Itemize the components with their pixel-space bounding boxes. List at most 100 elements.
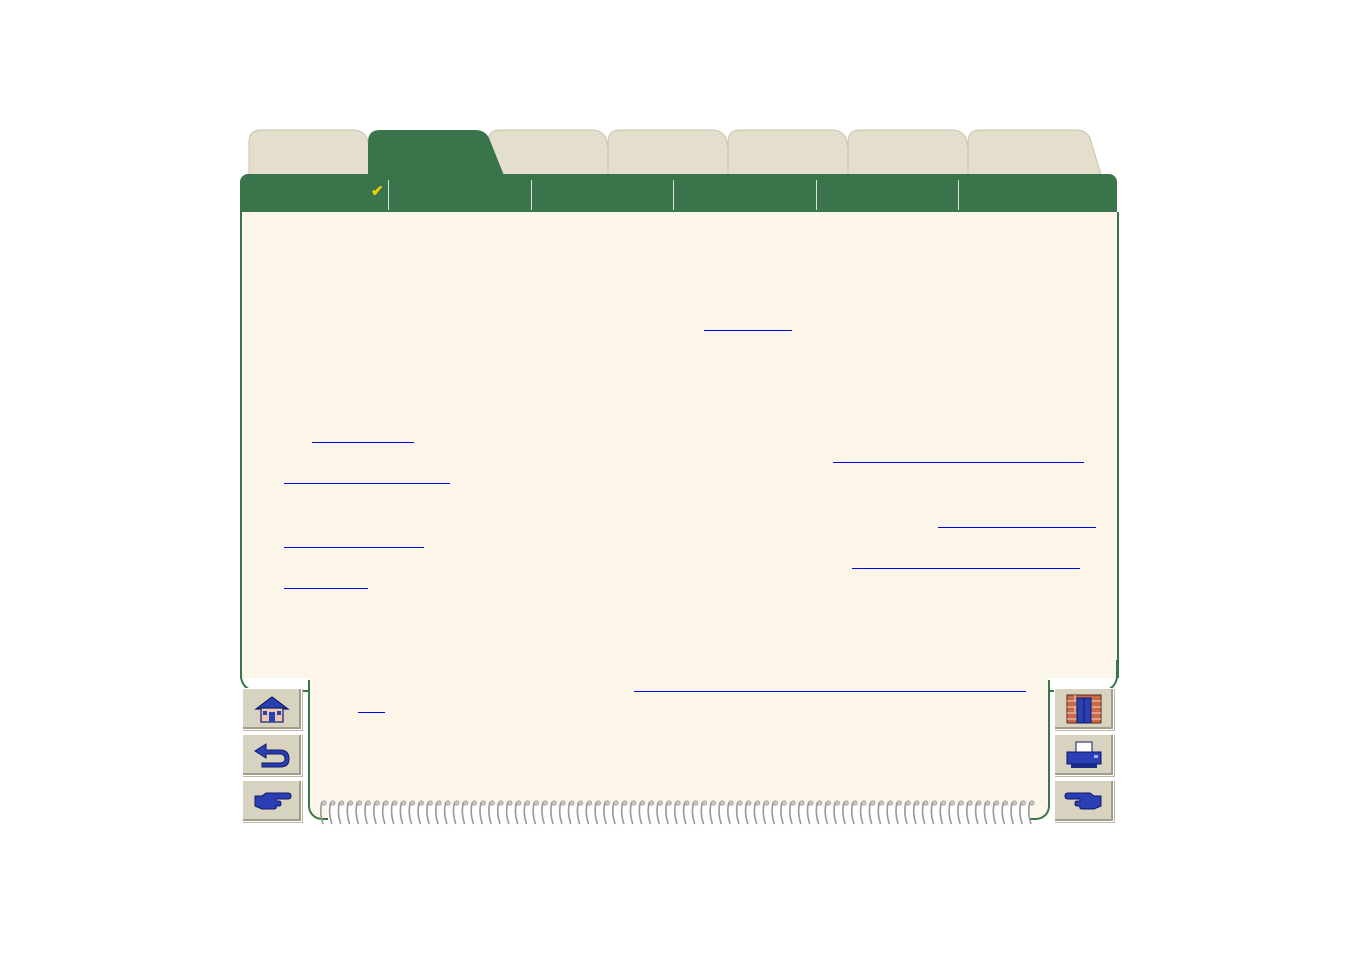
spiral-hole (604, 800, 610, 806)
spiral-coil (709, 801, 714, 825)
spiral-hole (436, 800, 442, 806)
spiral-hole (879, 800, 885, 806)
spiral-coil (381, 801, 386, 825)
exit-button[interactable] (1054, 688, 1114, 730)
spiral-coil (576, 801, 581, 825)
spiral-hole (781, 800, 787, 806)
spiral-hole (427, 800, 433, 806)
spiral-hole (383, 800, 389, 806)
spiral-hole (684, 800, 690, 806)
back-button[interactable] (242, 734, 302, 776)
spiral-coil (1001, 801, 1006, 825)
section-divider (673, 180, 674, 210)
spiral-coil (718, 801, 723, 825)
previous-page-button[interactable] (1054, 780, 1114, 822)
spiral-hole (675, 800, 681, 806)
spiral-hole (631, 800, 637, 806)
spiral-hole (861, 800, 867, 806)
spiral-coil (983, 801, 988, 825)
spiral-coil (868, 801, 873, 825)
spiral-hole (834, 800, 840, 806)
spiral-coil (585, 801, 590, 825)
spiral-hole (560, 800, 566, 806)
spiral-coil (373, 801, 377, 825)
spiral-coil (912, 801, 917, 825)
spiral-coil (974, 801, 979, 825)
spiral-coil (780, 801, 784, 825)
next-page-button[interactable] (242, 780, 302, 822)
spiral-hole (330, 800, 336, 806)
printer-icon (1066, 741, 1102, 768)
link[interactable] (284, 574, 368, 589)
spiral-hole (666, 800, 672, 806)
spiral-coil (762, 801, 767, 825)
spiral-coil (797, 801, 802, 825)
spiral-coil (328, 801, 333, 825)
spiral-coil (904, 801, 908, 825)
link[interactable] (833, 448, 1084, 463)
spiral-coil (647, 801, 652, 825)
spiral-hole (923, 800, 929, 806)
spiral-hole (498, 800, 504, 806)
spiral-hole (525, 800, 531, 806)
link[interactable] (634, 677, 1026, 692)
link[interactable] (938, 513, 1096, 528)
spiral-hole (1011, 800, 1017, 806)
spiral-hole (516, 800, 522, 806)
link[interactable] (358, 698, 385, 713)
spiral-hole (790, 800, 796, 806)
spiral-coil (550, 801, 554, 825)
link[interactable] (284, 533, 424, 548)
spiral-hole (418, 800, 424, 806)
spiral-coil (859, 801, 864, 825)
spiral-coil (532, 801, 537, 825)
home-button[interactable] (242, 688, 302, 730)
spiral-coil (939, 801, 944, 825)
print-button[interactable] (1054, 734, 1114, 776)
page-body (240, 212, 1119, 678)
spiral-hole (746, 800, 752, 806)
link[interactable] (312, 428, 414, 443)
spiral-coil (443, 801, 448, 825)
spiral-hole (808, 800, 814, 806)
spiral-coil (479, 801, 484, 825)
spiral-coil (824, 801, 829, 825)
spiral-hole (648, 800, 654, 806)
spiral-coil (673, 801, 678, 825)
page-lower-panel (310, 676, 1048, 806)
spiral-hole (1029, 800, 1035, 806)
spiral-hole (817, 800, 823, 806)
home-icon (254, 696, 290, 723)
manual-page: ✔ (0, 0, 1351, 954)
spiral-coil (833, 801, 838, 825)
spiral-hole (905, 800, 911, 806)
previous-hand-icon (1064, 792, 1102, 810)
spiral-hole (710, 800, 716, 806)
spiral-coil (541, 801, 546, 825)
spiral-coil (390, 801, 395, 825)
spiral-hole (852, 800, 858, 806)
link[interactable] (284, 469, 450, 484)
spiral-hole (763, 800, 769, 806)
spiral-hole (401, 800, 407, 806)
spiral-coil (691, 801, 696, 825)
spiral-hole (702, 800, 708, 806)
spiral-coil (1010, 801, 1015, 825)
spiral-hole (533, 800, 539, 806)
spiral-coil (567, 801, 572, 825)
spiral-coil (417, 801, 422, 825)
link[interactable] (852, 554, 1080, 569)
spiral-hole (949, 800, 955, 806)
link[interactable] (704, 316, 792, 331)
spiral-coil (930, 801, 935, 825)
spiral-hole (454, 800, 460, 806)
spiral-hole (374, 800, 380, 806)
spiral-hole (339, 800, 345, 806)
spiral-hole (321, 800, 327, 806)
spiral-coil (842, 801, 846, 825)
spiral-hole (507, 800, 513, 806)
spiral-coil (620, 801, 625, 825)
spiral-hole (489, 800, 495, 806)
spiral-coil (594, 801, 599, 825)
check-mark-icon: ✔ (371, 183, 384, 200)
